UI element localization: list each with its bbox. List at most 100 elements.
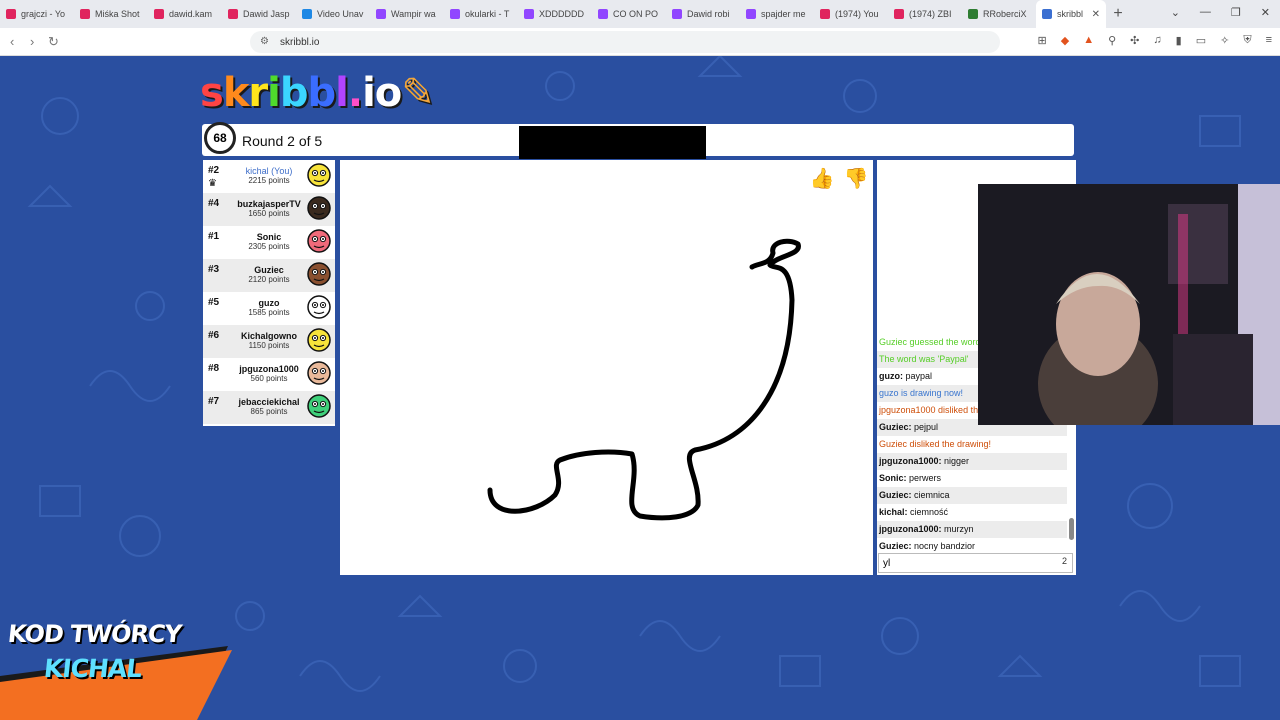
player-name: jpguzona1000	[239, 364, 299, 374]
browser-tab[interactable]: Dawid robi	[666, 0, 740, 28]
tab-label: (1974) You	[835, 9, 879, 19]
tab-label: Miśka Shot	[95, 9, 140, 19]
player-row[interactable]: #4 buzkajasperTV 1650 points	[203, 193, 335, 226]
forward-icon[interactable]: ›	[30, 34, 34, 49]
brave-shield-icon[interactable]: ◆	[1061, 34, 1069, 47]
tab-label: Dawid robi	[687, 9, 730, 19]
browser-tab-strip: grajczi - Yo Miśka Shot dawid.kam Dawid Jas…	[0, 0, 1280, 28]
player-row[interactable]: #1 Sonic 2305 points	[203, 226, 335, 259]
tab-search-icon[interactable]: ⌄	[1171, 6, 1180, 19]
minimize-icon[interactable]: —	[1200, 6, 1211, 19]
dislike-button[interactable]: 👎	[842, 164, 870, 192]
player-rank: #3	[208, 264, 220, 275]
player-points: 2120 points	[248, 275, 290, 284]
tab-label: XDDDDDD	[539, 9, 584, 19]
browser-tab[interactable]: CO ON PO	[592, 0, 666, 28]
close-window-icon[interactable]: ✕	[1261, 6, 1270, 19]
player-avatar	[307, 229, 331, 253]
player-row[interactable]: #5 guzo 1585 points	[203, 292, 335, 325]
music-icon[interactable]: ♫	[1153, 34, 1161, 47]
tab-label: Wampir wa	[391, 9, 436, 19]
site-info-icon[interactable]: ⚙	[260, 36, 269, 47]
player-avatar	[307, 361, 331, 385]
browser-tab[interactable]: RRoberciX	[962, 0, 1036, 28]
promo-line-2: KICHAL	[42, 654, 143, 683]
translate-icon[interactable]: ⊞	[1038, 34, 1047, 47]
tab-favicon-icon	[598, 9, 608, 19]
chat-text: guzo is drawing now!	[879, 388, 964, 398]
tab-favicon-icon	[228, 9, 238, 19]
back-icon[interactable]: ‹	[10, 34, 14, 49]
browser-tab[interactable]: Video Unav	[296, 0, 370, 28]
player-rank: #6	[208, 330, 220, 341]
player-rank: #2	[208, 165, 220, 176]
player-row[interactable]: #6 Kichalgowno 1150 points	[203, 325, 335, 358]
browser-tab[interactable]: okularki - T	[444, 0, 518, 28]
player-avatar	[307, 196, 331, 220]
tab-label: RRoberciX	[983, 9, 1027, 19]
browser-tab[interactable]: Miśka Shot	[74, 0, 148, 28]
webcam-image	[978, 184, 1280, 425]
browser-tab[interactable]: Wampir wa	[370, 0, 444, 28]
chat-message: jpguzona1000: murzyn	[877, 521, 1067, 538]
reload-icon[interactable]: ↻	[48, 34, 59, 50]
browser-tab[interactable]: (1974) You	[814, 0, 888, 28]
leo-icon[interactable]: ✧	[1220, 34, 1229, 47]
browser-tab[interactable]: XDDDDDD	[518, 0, 592, 28]
chat-message: Guziec disliked the drawing!	[877, 436, 1067, 453]
player-list: #2 kichal (You) 2215 points ♛ #4 buzkajasperT…	[203, 160, 335, 426]
tab-label: Video Unav	[317, 9, 364, 19]
player-avatar	[307, 328, 331, 352]
player-points: 2215 points	[248, 176, 290, 185]
tab-favicon-icon	[524, 9, 534, 19]
chat-message: Sonic: perwers	[877, 470, 1067, 487]
chat-text: ciemnica	[911, 490, 950, 500]
chat-author: jpguzona1000:	[879, 456, 942, 466]
drawing-stroke	[487, 238, 801, 521]
wallet-icon[interactable]: ▭	[1196, 34, 1206, 47]
player-row[interactable]: #8 jpguzona1000 560 points	[203, 358, 335, 391]
address-bar-row: ‹ › ↻ ☐ ⚙ skribbl.io ⊞ ◆ ▲ ⚲ ✣ ♫ ▮ ▭ ✧ ⛨…	[0, 28, 1280, 56]
chat-input[interactable]	[878, 553, 1073, 573]
tab-favicon-icon	[376, 9, 386, 19]
player-name: Sonic	[256, 232, 282, 242]
tab-favicon-icon	[302, 9, 312, 19]
close-tab-icon[interactable]: ✕	[1092, 9, 1100, 20]
sidebar-icon[interactable]: ▮	[1176, 34, 1182, 47]
browser-tab[interactable]: Dawid Jasp	[222, 0, 296, 28]
browser-tab[interactable]: skribbl ✕	[1036, 0, 1106, 28]
restore-icon[interactable]: ❐	[1231, 6, 1241, 19]
chat-scrollbar[interactable]	[1069, 518, 1074, 540]
chat-author: Guziec:	[879, 490, 912, 500]
player-points: 1585 points	[248, 308, 290, 317]
browser-tab[interactable]: spajder me	[740, 0, 814, 28]
player-name: guzo	[258, 298, 280, 308]
player-points: 560 points	[250, 374, 288, 383]
player-rank: #1	[208, 231, 220, 242]
player-row[interactable]: #3 Guziec 2120 points	[203, 259, 335, 292]
browser-tab[interactable]: (1974) ZBI	[888, 0, 962, 28]
player-name: kichal (You)	[245, 166, 293, 176]
tab-favicon-icon	[1042, 9, 1052, 19]
chat-author: Guziec:	[879, 541, 912, 551]
hidden-word-box	[519, 126, 706, 159]
vpn-icon[interactable]: ⛨	[1243, 34, 1251, 47]
char-count: 2	[1062, 556, 1068, 566]
drawing-canvas[interactable]	[340, 160, 873, 575]
like-button[interactable]: 👍	[808, 164, 836, 192]
chat-message: kichal: ciemność	[877, 504, 1067, 521]
chat-message: jpguzona1000: nigger	[877, 453, 1067, 470]
player-row[interactable]: #7 jebacciekichal 865 points	[203, 391, 335, 424]
extension-icon[interactable]: ⚲	[1108, 34, 1116, 47]
url-field[interactable]: ⚙ skribbl.io	[250, 31, 1000, 53]
player-rank: #4	[208, 198, 220, 209]
browser-tab[interactable]: grajczi - Yo	[0, 0, 74, 28]
new-tab-button[interactable]: +	[1106, 5, 1130, 23]
player-row[interactable]: #2 kichal (You) 2215 points ♛	[203, 160, 335, 193]
brave-rewards-icon[interactable]: ▲	[1083, 34, 1094, 47]
tab-favicon-icon	[6, 9, 16, 19]
browser-tab[interactable]: dawid.kam	[148, 0, 222, 28]
chat-message: Guziec: ciemnica	[877, 487, 1067, 504]
puzzle-icon[interactable]: ✣	[1130, 34, 1139, 47]
menu-icon[interactable]: ≡	[1266, 34, 1272, 47]
